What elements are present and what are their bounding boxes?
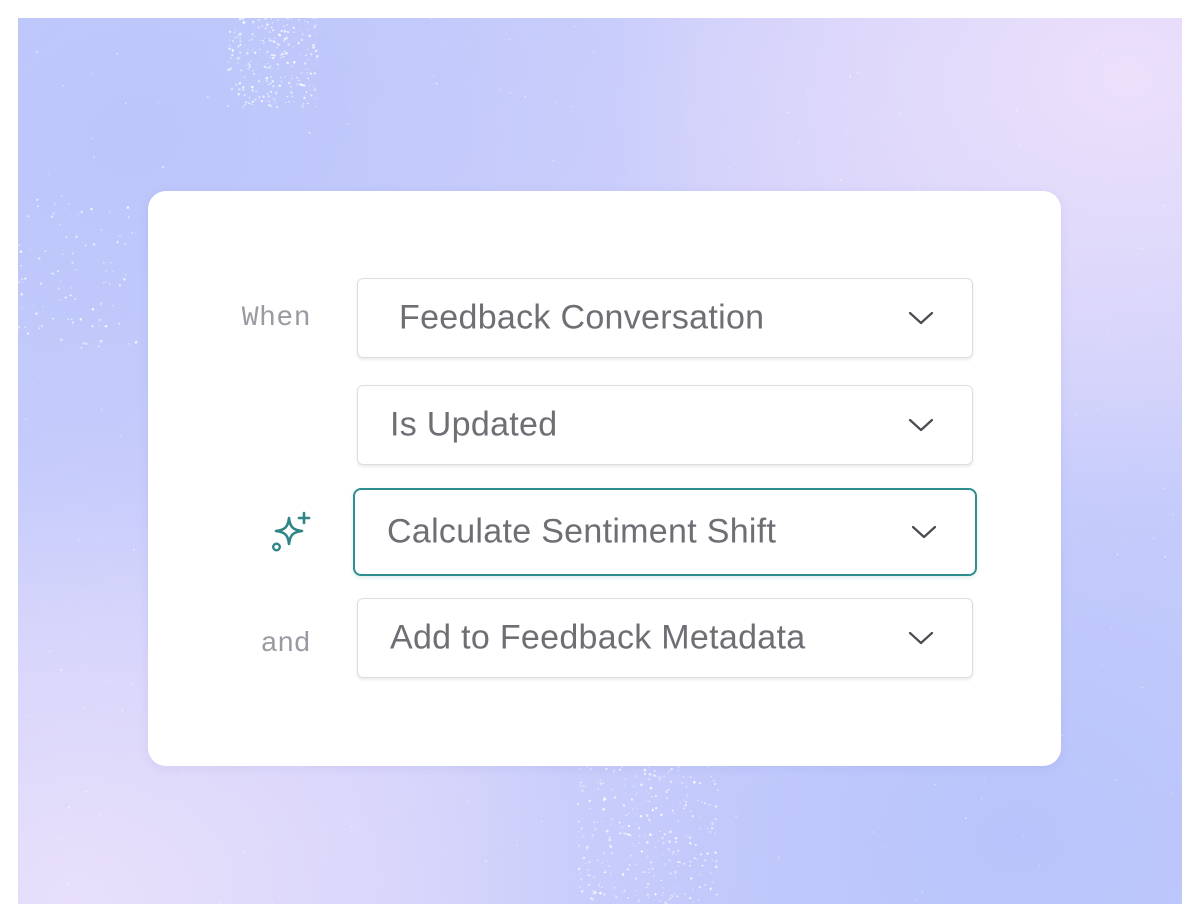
output-value: Add to Feedback Metadata bbox=[390, 618, 806, 657]
workflow-card: When Feedback Conversation Is Updated Ca… bbox=[148, 191, 1061, 766]
trigger-event-select[interactable]: Is Updated bbox=[357, 385, 973, 465]
action-value: Calculate Sentiment Shift bbox=[387, 512, 777, 551]
and-label: and bbox=[261, 626, 311, 657]
trigger-object-value: Feedback Conversation bbox=[399, 298, 765, 337]
trigger-object-select[interactable]: Feedback Conversation bbox=[357, 278, 973, 358]
action-select[interactable]: Calculate Sentiment Shift bbox=[353, 488, 977, 576]
chevron-down-icon bbox=[908, 418, 934, 432]
output-select[interactable]: Add to Feedback Metadata bbox=[357, 598, 973, 678]
background-frame: When Feedback Conversation Is Updated Ca… bbox=[18, 18, 1182, 904]
chevron-down-icon bbox=[908, 631, 934, 645]
when-label: When bbox=[241, 303, 311, 334]
sparkle-ai-icon bbox=[271, 511, 311, 552]
trigger-event-value: Is Updated bbox=[390, 405, 558, 444]
chevron-down-icon bbox=[908, 311, 934, 325]
chevron-down-icon bbox=[911, 525, 937, 539]
